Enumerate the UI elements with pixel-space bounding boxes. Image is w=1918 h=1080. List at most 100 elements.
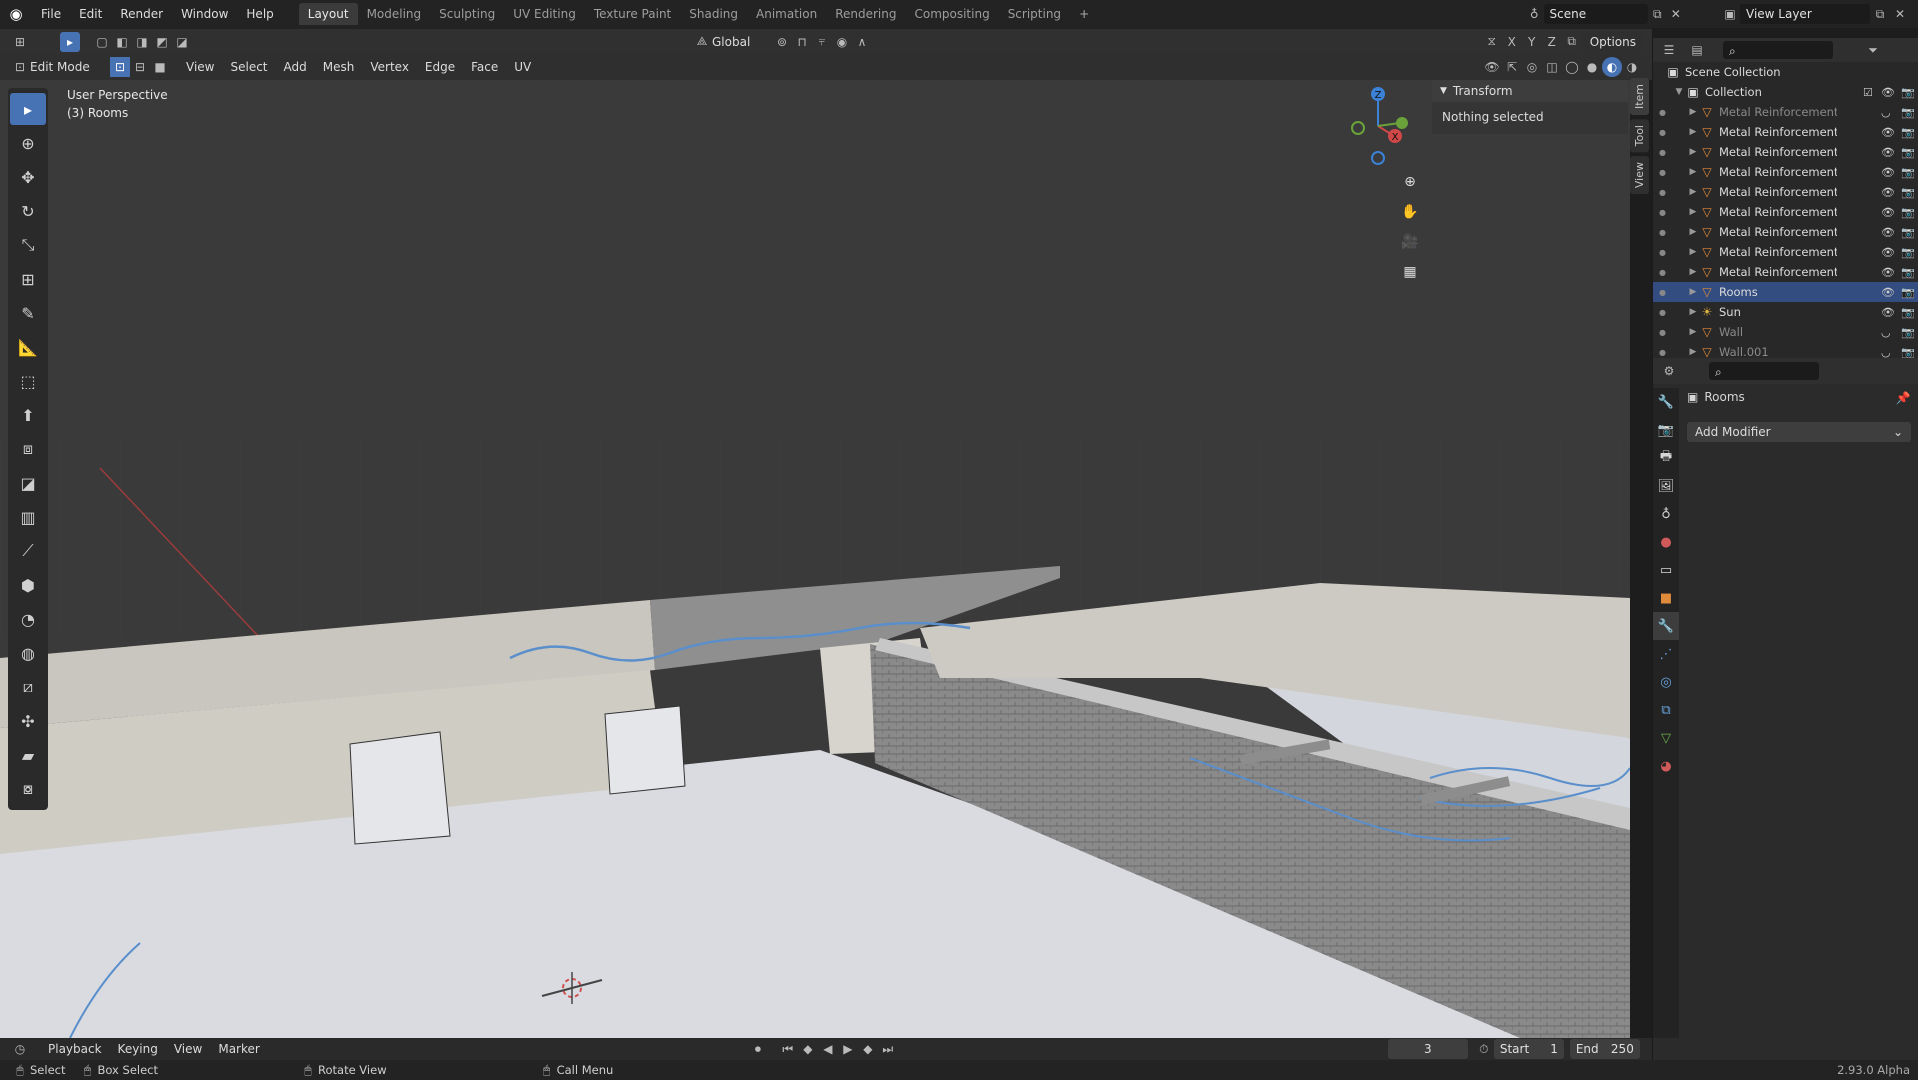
pan-hand-icon[interactable]: ✋ [1395, 198, 1425, 226]
render-props-icon[interactable]: 📷 [1653, 416, 1679, 444]
menu-timeline-view[interactable]: View [166, 1042, 210, 1056]
shrink-fatten-tool-icon[interactable]: ✣ [10, 705, 46, 737]
visibility-eye-icon[interactable]: 👁 [1881, 246, 1895, 259]
outliner-item[interactable]: ● ▶▽ Metal Reinforcement Ba 👁 📷 [1653, 262, 1918, 282]
edge-slide-tool-icon[interactable]: ⧄ [10, 671, 46, 703]
add-workspace-icon[interactable]: + [1070, 3, 1098, 25]
menu-view[interactable]: View [178, 60, 222, 74]
expand-arrow-icon[interactable]: ▶ [1687, 187, 1699, 197]
poly-build-tool-icon[interactable]: ⬢ [10, 569, 46, 601]
expand-arrow-icon[interactable]: ▶ [1687, 347, 1699, 357]
render-camera-icon[interactable]: 📷 [1901, 306, 1915, 319]
knife-tool-icon[interactable]: ⟋ [10, 535, 46, 567]
falloff-icon[interactable]: ∧ [852, 32, 872, 52]
mirror-y-toggle[interactable]: Y [1522, 32, 1542, 52]
add-cube-tool-icon[interactable]: ⬚ [10, 365, 46, 397]
solid-shading-icon[interactable]: ● [1582, 57, 1602, 77]
scene-selector[interactable]: ♁ Scene ⧉ ✕ [1525, 3, 1685, 25]
wireframe-shading-icon[interactable]: ◯ [1562, 57, 1582, 77]
data-props-icon[interactable]: ▽ [1653, 724, 1679, 752]
select-box-tool-icon[interactable]: ▸ [60, 31, 80, 52]
mode-selector[interactable]: Edit Mode [30, 60, 110, 74]
collection-visibility-icon[interactable]: 👁 [1881, 86, 1895, 99]
vertex-select-icon[interactable]: ⊡ [110, 57, 130, 77]
face-select-icon[interactable]: ■ [150, 57, 170, 77]
rendered-shading-icon[interactable]: ◑ [1622, 57, 1642, 77]
particles-props-icon[interactable]: ⋰ [1653, 640, 1679, 668]
pivot-icon[interactable]: ⊚ [772, 32, 792, 52]
tab-rendering[interactable]: Rendering [826, 3, 905, 25]
view-layer-selector[interactable]: ▣ View Layer ⧉ ✕ [1720, 3, 1916, 25]
outliner-item[interactable]: ● ▶▽ Metal Reinforcement Ba 👁 📷 [1653, 122, 1918, 142]
tool-props-icon[interactable]: 🔧 [1653, 388, 1679, 416]
outliner-item[interactable]: ● ▶▽ Metal Reinforcement Ba 👁 📷 [1653, 222, 1918, 242]
transform-tool-icon[interactable]: ⊞ [10, 263, 46, 295]
properties-editor-icon[interactable]: ⚙ [1659, 361, 1679, 381]
tab-texture-paint[interactable]: Texture Paint [585, 3, 680, 25]
menu-marker[interactable]: Marker [210, 1042, 267, 1056]
zoom-icon[interactable]: ⊕ [1395, 168, 1425, 196]
overlay-toggle-icon[interactable]: ◎ [1522, 57, 1542, 77]
xray-toggle-icon[interactable]: ◫ [1542, 57, 1562, 77]
rip-tool-icon[interactable]: ⧇ [10, 773, 46, 805]
visibility-eye-icon[interactable]: 👁 [1881, 146, 1895, 159]
navigation-gizmo[interactable]: Z X [1340, 86, 1420, 176]
select-invert-icon[interactable]: ◩ [152, 32, 172, 52]
stopwatch-icon[interactable]: ⏱ [1474, 1039, 1494, 1059]
material-props-icon[interactable]: ◕ [1653, 752, 1679, 780]
visibility-eye-icon[interactable]: 👁 [1881, 286, 1895, 299]
mirror-options-icon[interactable]: ⧖ [1482, 32, 1502, 52]
visibility-eye-icon[interactable]: 👁 [1881, 166, 1895, 179]
render-camera-icon[interactable]: 📷 [1901, 186, 1915, 199]
end-frame-field[interactable]: End 250 [1569, 1039, 1640, 1059]
play-icon[interactable]: ▶ [838, 1039, 858, 1059]
menu-face[interactable]: Face [463, 60, 506, 74]
collection-row[interactable]: ▼ ▣ Collection ☑ 👁 📷 [1653, 82, 1918, 102]
tab-modeling[interactable]: Modeling [358, 3, 431, 25]
blender-logo-icon[interactable]: ◉ [0, 5, 32, 23]
camera-view-icon[interactable]: 🎥 [1395, 228, 1425, 256]
visibility-eye-icon[interactable]: 👁 [1881, 226, 1895, 239]
tab-animation[interactable]: Animation [747, 3, 826, 25]
scene-props-icon[interactable]: ♁ [1653, 500, 1679, 528]
output-props-icon[interactable]: 🖶 [1653, 444, 1679, 472]
menu-help[interactable]: Help [237, 0, 282, 28]
pin-icon[interactable]: 📌 [1893, 388, 1913, 408]
tab-uv-editing[interactable]: UV Editing [504, 3, 585, 25]
clock-editor-icon[interactable]: ◷ [10, 1039, 30, 1059]
collection-props-icon[interactable]: ▭ [1653, 556, 1679, 584]
expand-arrow-icon[interactable]: ▶ [1687, 247, 1699, 257]
select-extend-icon[interactable]: ◧ [112, 32, 132, 52]
scene-collection-row[interactable]: ▣ Scene Collection [1653, 62, 1918, 82]
play-reverse-icon[interactable]: ◀ [818, 1039, 838, 1059]
gizmo-toggle-icon[interactable]: ⇱ [1502, 57, 1522, 77]
material-shading-icon[interactable]: ◐ [1602, 57, 1622, 77]
inset-tool-icon[interactable]: ⧈ [10, 433, 46, 465]
expand-arrow-icon[interactable]: ▶ [1687, 307, 1699, 317]
expand-arrow-icon[interactable]: ▶ [1687, 267, 1699, 277]
visibility-eye-icon[interactable]: 👁 [1881, 206, 1895, 219]
menu-edit[interactable]: Edit [70, 0, 111, 28]
render-camera-icon[interactable]: 📷 [1901, 286, 1915, 299]
expand-arrow-icon[interactable]: ▶ [1687, 107, 1699, 117]
scene-name[interactable]: Scene [1543, 4, 1648, 24]
annotate-tool-icon[interactable]: ✎ [10, 297, 46, 329]
render-camera-icon[interactable]: 📷 [1901, 146, 1915, 159]
render-camera-icon[interactable]: 📷 [1901, 166, 1915, 179]
rotate-tool-icon[interactable]: ↻ [10, 195, 46, 227]
menu-playback[interactable]: Playback [40, 1042, 110, 1056]
visibility-eye-icon[interactable]: 👁 [1881, 266, 1895, 279]
tab-compositing[interactable]: Compositing [905, 3, 998, 25]
view-layer-name[interactable]: View Layer [1740, 4, 1870, 24]
jump-start-icon[interactable]: ⏮ [778, 1039, 798, 1059]
properties-search-input[interactable]: ⌕ [1709, 362, 1819, 380]
loop-cut-tool-icon[interactable]: ▥ [10, 501, 46, 533]
expand-arrow-icon[interactable]: ▶ [1687, 167, 1699, 177]
prev-keyframe-icon[interactable]: ◆ [798, 1039, 818, 1059]
outliner-item[interactable]: ● ▶ ▽ Rooms 👁 📷 [1653, 282, 1918, 302]
tab-shading[interactable]: Shading [680, 3, 747, 25]
outliner-item[interactable]: ● ▶▽ Metal Reinforcement Ba 👁 📷 [1653, 162, 1918, 182]
visibility-eye-icon[interactable]: ◡ [1881, 106, 1891, 119]
mirror-x-toggle[interactable]: X [1502, 32, 1522, 52]
collection-expand-icon[interactable]: ▼ [1673, 87, 1685, 97]
